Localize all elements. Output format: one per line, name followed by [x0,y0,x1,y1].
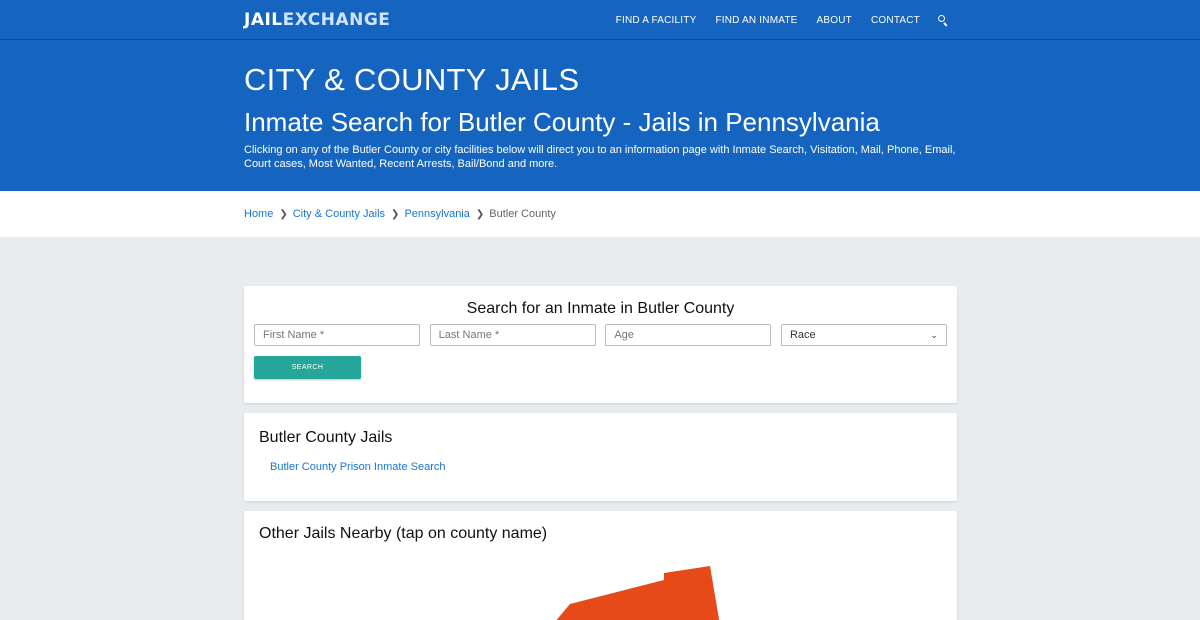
hero-banner: CITY & COUNTY JAILS Inmate Search for Bu… [0,40,1200,191]
breadcrumb-current: Butler County [489,208,556,220]
race-select[interactable]: Race ⌄ [780,324,947,346]
page-category-title: CITY & COUNTY JAILS [244,62,580,97]
breadcrumb-city-county-jails[interactable]: City & County Jails [293,208,385,220]
county-jails-heading: Butler County Jails [259,429,393,446]
search-icon[interactable] [938,15,948,27]
breadcrumb-home[interactable]: Home [244,208,273,220]
map-county-shape[interactable] [550,566,721,620]
chevron-right-icon: ❯ [279,208,288,220]
site-logo[interactable]: JAILEXCHANGE [244,10,390,30]
inmate-search-card: Search for an Inmate in Butler County Fi… [244,286,957,403]
nav-about[interactable]: ABOUT [817,15,852,26]
page-title: Inmate Search for Butler County - Jails … [244,107,880,137]
breadcrumb: Home ❯ City & County Jails ❯ Pennsylvani… [0,191,1200,237]
page-description: Clicking on any of the Butler County or … [244,144,956,170]
last-name-field[interactable]: Last Name * [429,324,596,346]
first-name-field[interactable]: First Name * [254,324,420,346]
breadcrumb-pennsylvania[interactable]: Pennsylvania [404,208,469,220]
nav-contact[interactable]: CONTACT [871,15,920,26]
logo-exchange-text: EXCHANGE [282,10,391,30]
chevron-right-icon: ❯ [391,208,400,220]
age-field[interactable]: Age [605,324,772,346]
county-jails-card: Butler County Jails Butler County Prison… [244,413,957,501]
nav-find-inmate[interactable]: FIND AN INMATE [715,15,797,26]
chevron-right-icon: ❯ [475,208,485,220]
jail-link[interactable]: Butler County Prison Inmate Search [270,461,942,473]
search-fields-row: First Name * Last Name * Age Race ⌄ [254,324,947,346]
nearby-jails-heading: Other Jails Nearby (tap on county name) [259,525,548,542]
nearby-jails-card: Other Jails Nearby (tap on county name) [244,511,957,620]
main-nav: FIND A FACILITY FIND AN INMATE ABOUT CON… [597,15,956,27]
top-navbar: JAILEXCHANGE FIND A FACILITY FIND AN INM… [0,0,1200,40]
nav-find-facility[interactable]: FIND A FACILITY [616,15,697,26]
search-button[interactable]: SEARCH [254,356,361,379]
search-form-title: Search for an Inmate in Butler County [466,300,735,317]
race-select-value: Race [789,329,816,341]
logo-jail-text: JAIL [244,10,283,30]
chevron-down-icon: ⌄ [930,329,938,340]
